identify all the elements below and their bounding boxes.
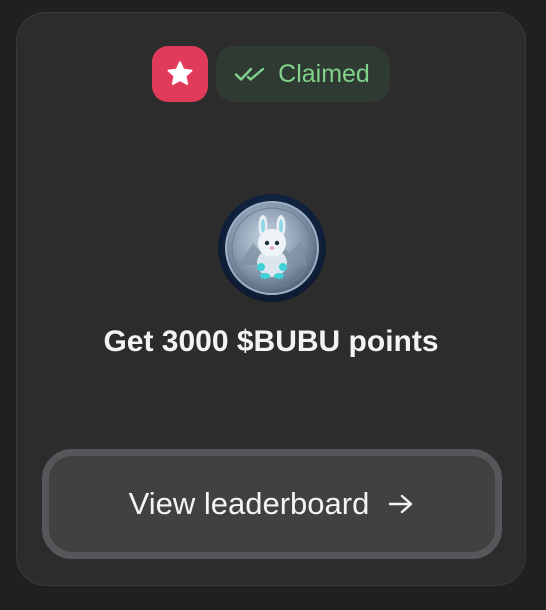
claimed-status-badge: Claimed	[216, 46, 390, 102]
bubu-coin-image	[218, 194, 326, 302]
double-check-icon	[234, 67, 265, 81]
arrow-right-icon	[389, 494, 413, 514]
view-leaderboard-label: View leaderboard	[128, 486, 370, 521]
status-row: Claimed	[17, 46, 525, 102]
view-leaderboard-button[interactable]: View leaderboard	[42, 449, 502, 559]
reward-card: Claimed Get 3000 $BUBU points View leade…	[16, 12, 526, 586]
claimed-label: Claimed	[278, 59, 370, 88]
star-badge	[152, 46, 209, 102]
reward-title: Get 3000 $BUBU points	[103, 325, 439, 358]
star-icon	[167, 61, 193, 85]
